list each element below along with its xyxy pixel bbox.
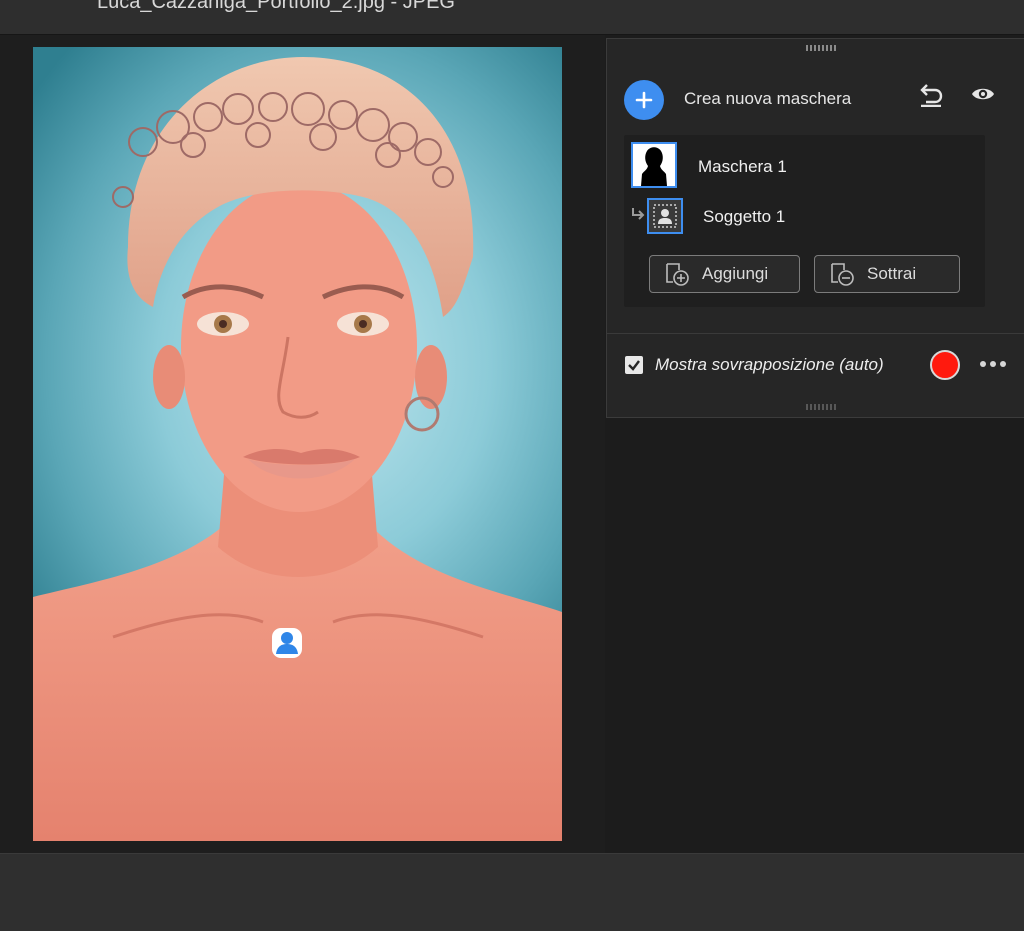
subject-component-label[interactable]: Soggetto 1 xyxy=(703,207,785,227)
document-title: Luca_Cazzaniga_Portfolio_2.jpg - JPEG xyxy=(97,0,455,13)
subtract-button[interactable]: Sottrai xyxy=(814,255,960,293)
eye-icon[interactable] xyxy=(971,85,995,103)
photo-canvas[interactable] xyxy=(33,47,562,841)
show-overlay-label[interactable]: Mostra sovrapposizione (auto) xyxy=(655,355,884,375)
add-button-label: Aggiungi xyxy=(702,264,769,283)
subject-marker-icon[interactable] xyxy=(270,626,304,660)
panel-grip-bottom[interactable] xyxy=(806,404,838,410)
title-bar: Luca_Cazzaniga_Portfolio_2.jpg - JPEG xyxy=(0,0,1024,35)
add-button[interactable]: Aggiungi xyxy=(649,255,800,293)
mask-thumbnail[interactable] xyxy=(631,142,677,188)
create-mask-label[interactable]: Crea nuova maschera xyxy=(684,89,851,109)
portrait-image xyxy=(33,57,562,841)
undo-icon[interactable] xyxy=(918,83,944,107)
plus-icon xyxy=(635,91,653,109)
masks-panel: Crea nuova maschera Maschera 1 Soggetto … xyxy=(606,38,1024,418)
child-arrow-icon xyxy=(632,208,645,220)
checkmark-icon xyxy=(628,360,640,371)
add-mask-icon xyxy=(666,263,689,286)
bottom-toolbar xyxy=(0,853,1024,931)
overlay-row: Mostra sovrapposizione (auto) xyxy=(607,335,1024,403)
select-subject-icon xyxy=(653,204,677,228)
ellipsis-icon[interactable] xyxy=(979,359,1007,369)
subject-component-thumbnail[interactable] xyxy=(647,198,683,234)
panel-grip-top[interactable] xyxy=(806,45,838,51)
subtract-mask-icon xyxy=(831,263,854,286)
mask-item-label[interactable]: Maschera 1 xyxy=(698,157,787,177)
subtract-button-label: Sottrai xyxy=(867,264,917,283)
mask-silhouette-icon xyxy=(633,144,675,186)
panel-divider xyxy=(607,333,1024,334)
overlay-color-swatch[interactable] xyxy=(930,350,960,380)
empty-workspace xyxy=(605,418,1024,853)
create-mask-button[interactable] xyxy=(624,80,664,120)
mask-list: Maschera 1 Soggetto 1 Aggiungi Sottrai xyxy=(624,135,985,307)
show-overlay-checkbox[interactable] xyxy=(625,356,643,374)
